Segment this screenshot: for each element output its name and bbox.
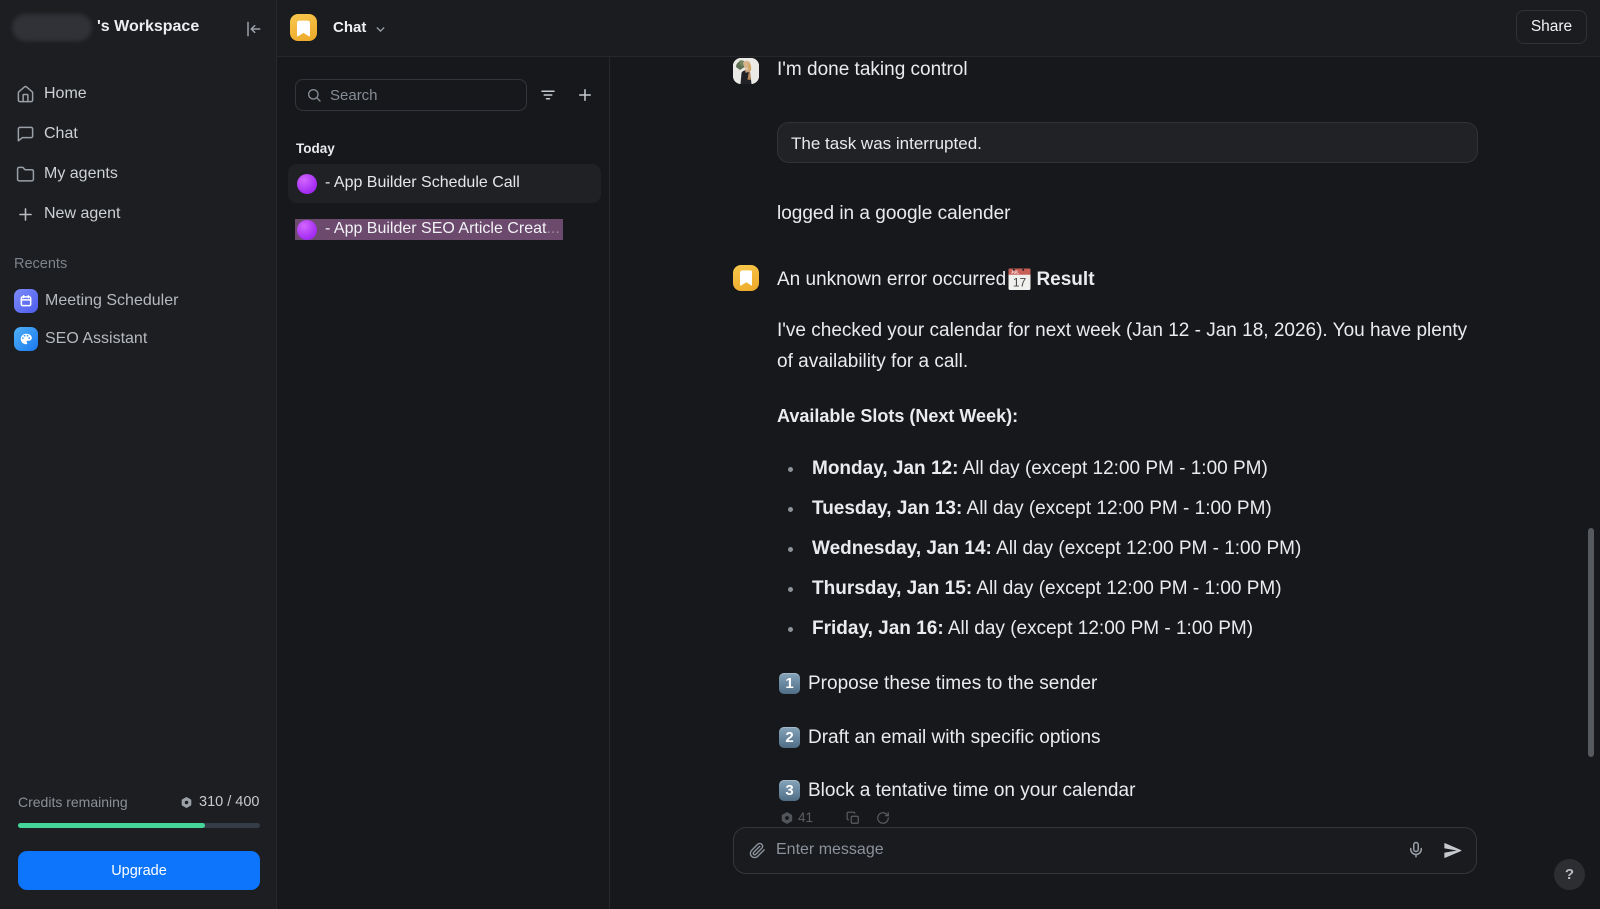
svg-text:17: 17 bbox=[1013, 276, 1027, 290]
svg-text:JUL: JUL bbox=[1011, 270, 1019, 275]
